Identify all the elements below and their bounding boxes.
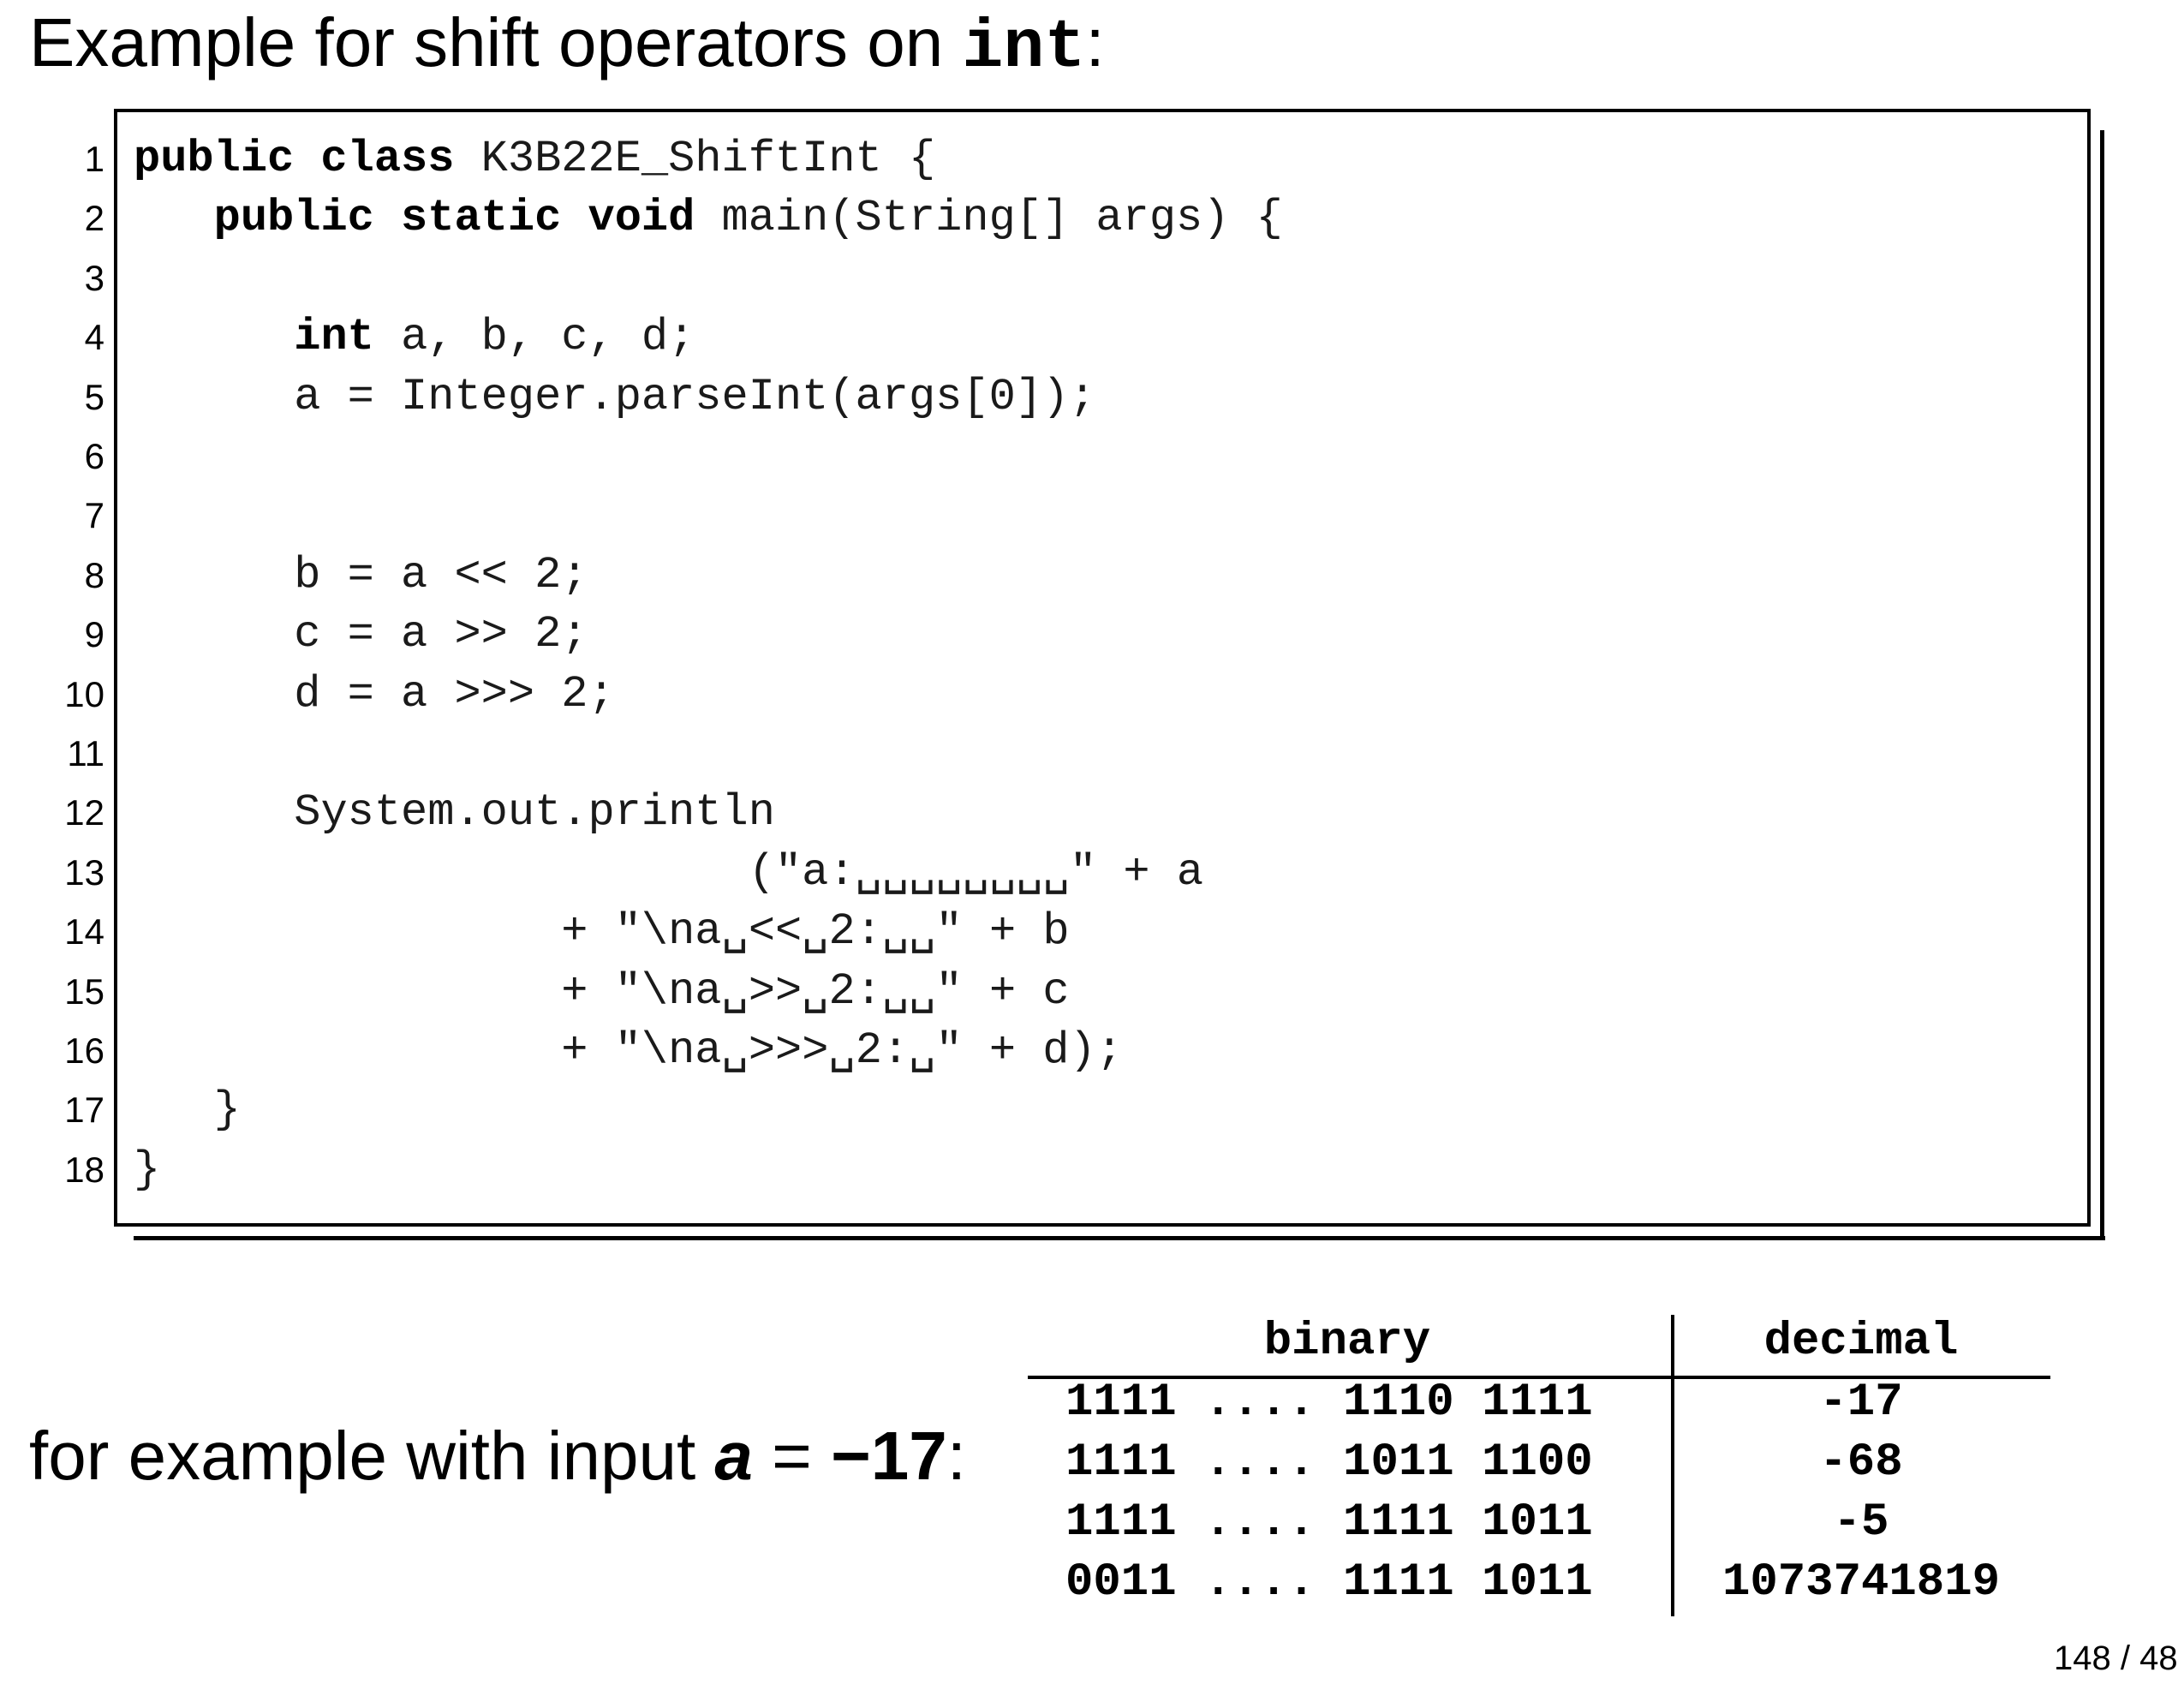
table-cell-binary: 1111 .... 1110 1111 bbox=[1065, 1376, 1593, 1429]
line-number: 10 bbox=[64, 673, 104, 714]
code-line: System.out.println bbox=[134, 783, 775, 842]
table-cell-decimal: 1073741819 bbox=[1722, 1556, 2001, 1609]
code-keyword: public static void bbox=[213, 193, 695, 244]
code-text: K3B22E_ShiftInt { bbox=[454, 134, 936, 184]
line-number: 18 bbox=[64, 1149, 104, 1190]
table-cell-binary: 1111 .... 1111 1011 bbox=[1065, 1496, 1593, 1549]
example-variable: a bbox=[714, 1418, 753, 1494]
code-text: + "\na␣>>>␣2:␣" + d); bbox=[561, 1025, 1123, 1076]
code-text: } bbox=[213, 1084, 241, 1136]
code-line: int a, b, c, d; bbox=[134, 308, 695, 367]
code-line: + "\na␣>>>␣2:␣" + d); bbox=[134, 1021, 1123, 1080]
line-number: 8 bbox=[84, 554, 104, 595]
code-line: public class K3B22E_ShiftInt { bbox=[134, 129, 935, 188]
line-number: 7 bbox=[84, 495, 104, 536]
example-input-label: for example with input a = −17: bbox=[29, 1405, 966, 1508]
code-text: + "\na␣>>␣2:␣␣" + c bbox=[561, 965, 1070, 1017]
table-header-binary: binary bbox=[1263, 1316, 1431, 1368]
code-box-shadow-bottom bbox=[134, 1236, 2105, 1240]
slide-title-prefix: Example for shift operators on bbox=[29, 4, 963, 81]
page-number: 148 / 48 bbox=[2054, 1639, 2178, 1677]
code-line: public static void main(String[] args) { bbox=[134, 188, 1283, 248]
line-number: 9 bbox=[84, 614, 104, 655]
line-number: 6 bbox=[84, 436, 104, 476]
code-box-shadow-right bbox=[2100, 130, 2104, 1240]
code-line: a = Integer.parseInt(args[0]); bbox=[134, 367, 1095, 427]
table-cell-binary: 0011 .... 1111 1011 bbox=[1065, 1556, 1593, 1609]
table-cell-binary: 1111 .... 1011 1100 bbox=[1065, 1436, 1593, 1489]
slide-title-keyword: int bbox=[962, 9, 1086, 87]
example-equals: = bbox=[752, 1418, 832, 1494]
table-cell-decimal: -17 bbox=[1819, 1376, 1903, 1429]
line-number: 16 bbox=[64, 1030, 104, 1071]
code-text: main(String[] args) { bbox=[695, 193, 1283, 244]
line-number: 14 bbox=[64, 911, 104, 952]
slide-title: Example for shift operators on int: bbox=[29, 2, 1105, 87]
code-line: c = a >> 2; bbox=[134, 605, 588, 664]
line-number: 15 bbox=[64, 970, 104, 1012]
example-suffix: : bbox=[946, 1418, 966, 1494]
line-number: 4 bbox=[84, 317, 104, 358]
code-line: b = a << 2; bbox=[134, 546, 588, 605]
line-number: 1 bbox=[84, 139, 104, 179]
code-text: System.out.println bbox=[294, 787, 775, 839]
code-line: } bbox=[134, 1080, 241, 1139]
code-line: } bbox=[134, 1140, 160, 1199]
code-text: + "\na␣<<␣2:␣␣" + b bbox=[561, 906, 1070, 958]
example-prefix: for example with input bbox=[29, 1418, 715, 1494]
example-value: −17 bbox=[831, 1418, 947, 1494]
line-number: 17 bbox=[64, 1090, 104, 1131]
line-number: 12 bbox=[64, 792, 104, 833]
code-line: d = a >>> 2; bbox=[134, 665, 615, 724]
line-number: 3 bbox=[84, 257, 104, 298]
line-number: 11 bbox=[67, 733, 104, 773]
slide-title-suffix: : bbox=[1085, 4, 1105, 81]
code-text: d = a >>> 2; bbox=[294, 668, 615, 720]
table-header-decimal: decimal bbox=[1763, 1316, 1959, 1368]
code-keyword: public class bbox=[134, 134, 455, 184]
line-number: 5 bbox=[84, 376, 104, 417]
code-line: ("a:␣␣␣␣␣␣␣␣" + a bbox=[134, 843, 1203, 902]
code-text: b = a << 2; bbox=[294, 549, 588, 600]
code-text: } bbox=[134, 1144, 161, 1195]
code-keyword: int bbox=[294, 312, 374, 363]
code-line: + "\na␣<<␣2:␣␣" + b bbox=[134, 902, 1070, 961]
code-text: a, b, c, d; bbox=[373, 312, 695, 363]
code-text: c = a >> 2; bbox=[294, 609, 588, 660]
line-number: 13 bbox=[64, 851, 104, 893]
code-text: a = Integer.parseInt(args[0]); bbox=[294, 371, 1096, 422]
table-cell-decimal: -68 bbox=[1819, 1436, 1903, 1489]
line-number: 2 bbox=[84, 198, 104, 239]
table-cell-decimal: -5 bbox=[1833, 1496, 1889, 1549]
code-line: + "\na␣>>␣2:␣␣" + c bbox=[134, 962, 1070, 1021]
code-text: ("a:␣␣␣␣␣␣␣␣" + a bbox=[748, 846, 1204, 898]
